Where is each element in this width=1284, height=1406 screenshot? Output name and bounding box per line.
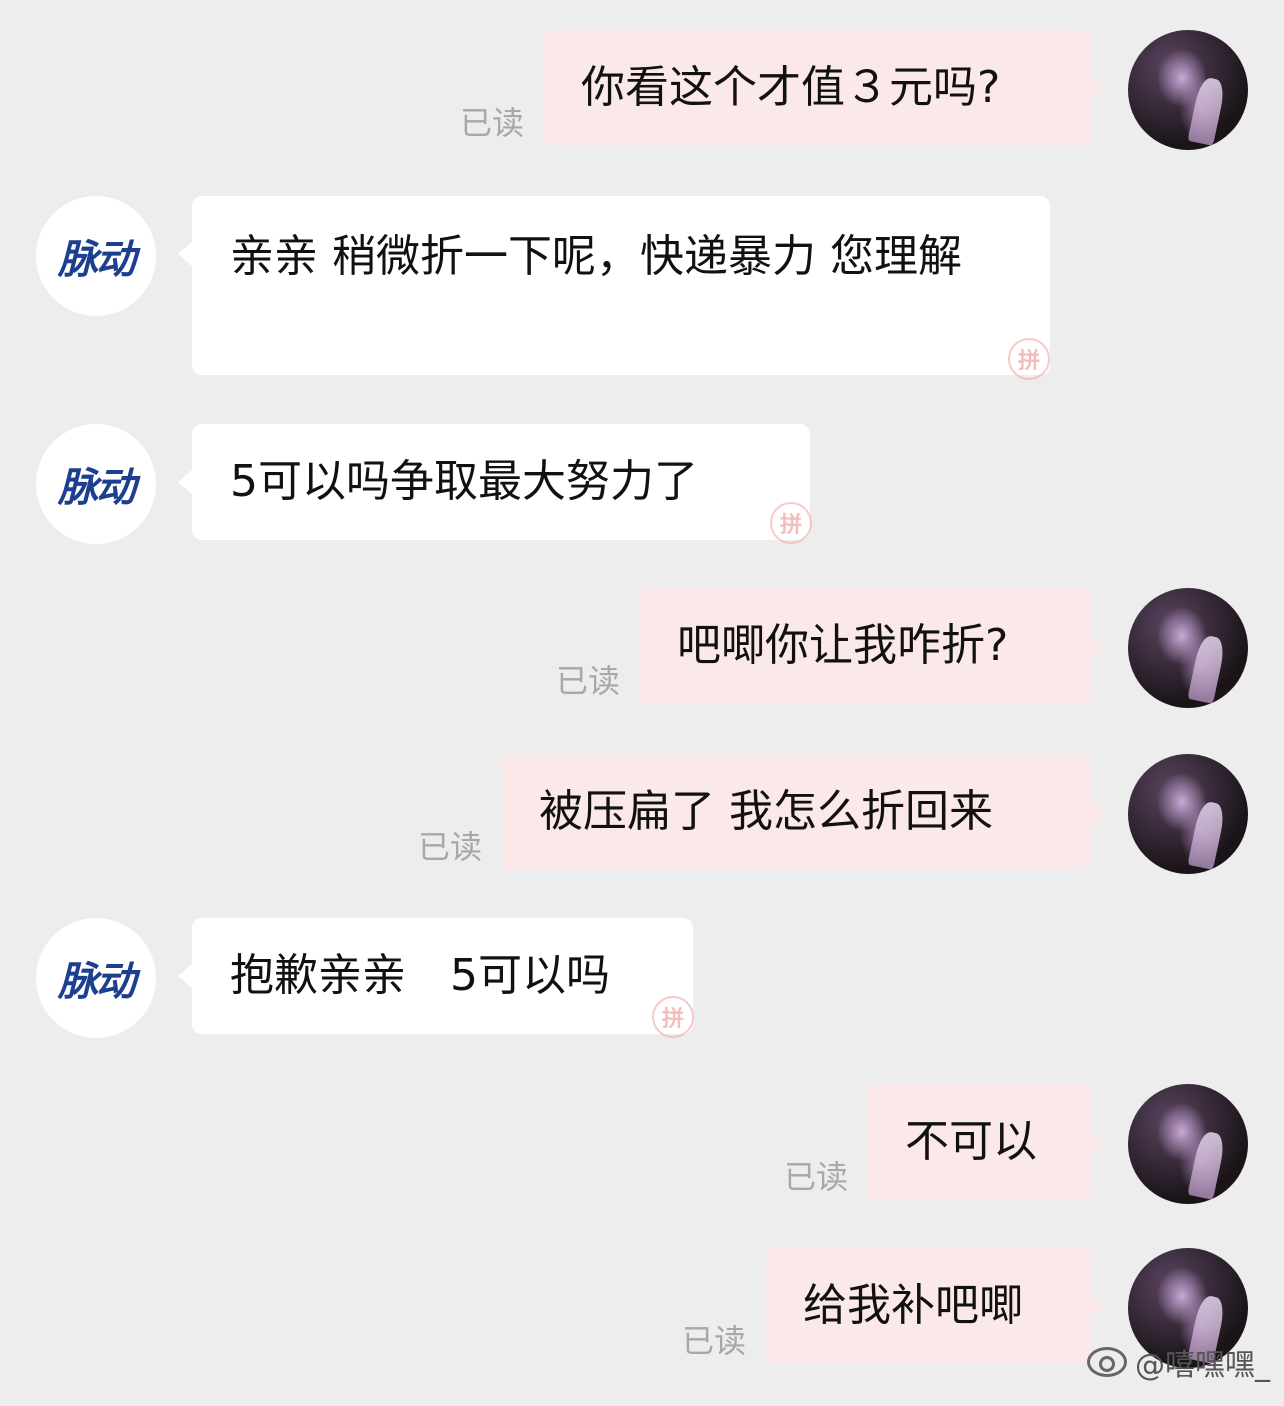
message-text: 给我补吧唧 <box>803 1280 1023 1331</box>
message-text: 亲亲 稍微折一下呢，快递暴力 您理解 <box>230 231 962 282</box>
read-receipt: 已读 <box>784 1158 849 1196</box>
message-bubble-user[interactable]: 不可以 <box>867 1084 1105 1200</box>
brand-logo: 脉动 <box>58 959 136 1005</box>
brand-logo: 脉动 <box>58 237 136 283</box>
read-receipt: 已读 <box>418 828 483 866</box>
message-bubble-brand[interactable]: 亲亲 稍微折一下呢，快递暴力 您理解 <box>178 196 1050 375</box>
brand-avatar[interactable]: 脉动 <box>36 424 156 544</box>
message-bubble-user[interactable]: 被压扁了 我怎么折回来 <box>501 754 1105 870</box>
message-text: 不可以 <box>905 1116 1037 1167</box>
user-avatar[interactable] <box>1128 30 1248 150</box>
stamp-icon: 拼 <box>652 996 694 1038</box>
user-avatar[interactable] <box>1128 754 1248 874</box>
brand-avatar[interactable]: 脉动 <box>36 196 156 316</box>
brand-logo: 脉动 <box>58 465 136 511</box>
message-text: 你看这个才值３元吗? <box>581 62 1001 113</box>
user-avatar[interactable] <box>1128 588 1248 708</box>
message-bubble-brand[interactable]: 5可以吗争取最大努力了 <box>178 424 810 540</box>
watermark-text: @嘻嘿嘿_ <box>1135 1348 1270 1383</box>
weibo-icon <box>1087 1347 1127 1377</box>
message-text: 抱歉亲亲 5可以吗 <box>230 950 610 1001</box>
stamp-icon: 拼 <box>1008 338 1050 380</box>
read-receipt: 已读 <box>682 1322 747 1360</box>
message-bubble-user[interactable]: 你看这个才值３元吗? <box>543 30 1105 146</box>
stamp-icon: 拼 <box>770 502 812 544</box>
watermark: @嘻嘿嘿_ <box>1087 1340 1270 1384</box>
brand-avatar[interactable]: 脉动 <box>36 918 156 1038</box>
message-text: 5可以吗争取最大努力了 <box>230 456 698 507</box>
message-text: 被压扁了 我怎么折回来 <box>539 786 993 837</box>
read-receipt: 已读 <box>460 104 525 142</box>
user-avatar[interactable] <box>1128 1084 1248 1204</box>
message-bubble-brand[interactable]: 抱歉亲亲 5可以吗 <box>178 918 693 1034</box>
message-text: 吧唧你让我咋折? <box>677 620 1009 671</box>
message-bubble-user[interactable]: 给我补吧唧 <box>765 1248 1105 1364</box>
read-receipt: 已读 <box>556 662 621 700</box>
message-bubble-user[interactable]: 吧唧你让我咋折? <box>639 588 1105 704</box>
